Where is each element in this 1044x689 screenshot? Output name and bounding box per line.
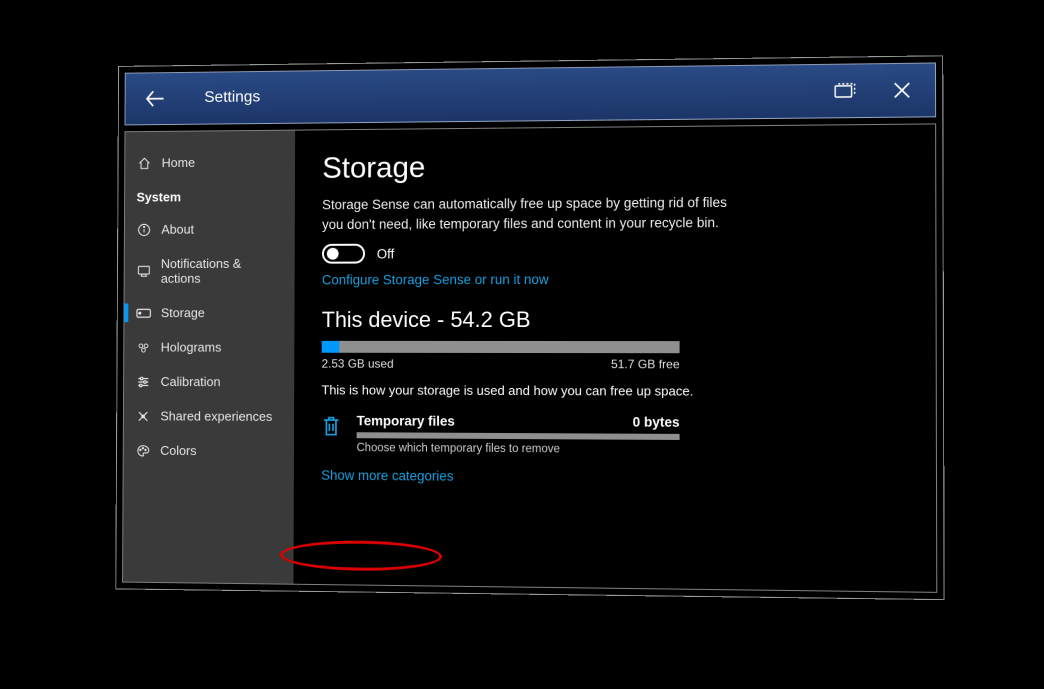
category-sub: Choose which temporary files to remove	[357, 442, 680, 456]
sidebar-item-calibration[interactable]: Calibration	[124, 364, 294, 399]
annotation-highlight	[280, 539, 442, 571]
sidebar-item-holograms[interactable]: Holograms	[124, 329, 294, 364]
titlebar: Settings	[125, 62, 937, 125]
storage-sense-toggle-label: Off	[377, 246, 394, 261]
storage-free-label: 51.7 GB free	[611, 357, 680, 371]
category-size: 0 bytes	[633, 414, 680, 429]
sidebar-item-label: Shared experiences	[160, 408, 272, 423]
home-icon	[137, 155, 152, 169]
sidebar: Home System About Notifications & action…	[123, 130, 295, 583]
storage-hint: This is how your storage is used and how…	[321, 382, 906, 399]
sidebar-item-label: Calibration	[161, 374, 221, 389]
sidebar-item-label: About	[161, 221, 194, 236]
back-button[interactable]	[143, 85, 168, 111]
window-body: Home System About Notifications & action…	[122, 123, 937, 592]
trash-icon	[321, 413, 343, 442]
sidebar-item-label: Holograms	[161, 339, 222, 354]
holograms-icon	[136, 340, 151, 354]
calibration-icon	[136, 374, 151, 388]
sidebar-home-label: Home	[162, 155, 195, 170]
sidebar-item-about[interactable]: About	[125, 211, 295, 246]
configure-storage-sense-link[interactable]: Configure Storage Sense or run it now	[322, 272, 549, 287]
category-name: Temporary files	[357, 413, 455, 428]
shared-icon	[135, 408, 150, 422]
storage-sense-description: Storage Sense can automatically free up …	[322, 192, 740, 233]
close-button[interactable]	[888, 75, 917, 104]
show-more-categories-link[interactable]: Show more categories	[321, 467, 453, 483]
colors-icon	[135, 443, 150, 457]
storage-usage-bar	[322, 340, 680, 352]
device-storage-heading: This device - 54.2 GB	[322, 306, 907, 332]
sidebar-item-label: Notifications & actions	[161, 255, 283, 285]
page-heading: Storage	[322, 147, 906, 186]
sidebar-item-notifications[interactable]: Notifications & actions	[125, 245, 295, 295]
sidebar-section-header: System	[125, 178, 295, 212]
follow-icon[interactable]	[830, 76, 859, 105]
sidebar-item-colors[interactable]: Colors	[124, 433, 294, 469]
info-icon	[136, 222, 151, 236]
storage-category-temporary-files[interactable]: Temporary files 0 bytes Choose which tem…	[321, 413, 679, 456]
sidebar-item-shared[interactable]: Shared experiences	[124, 398, 294, 433]
settings-window: Settings Home Sys	[115, 55, 944, 600]
window-title: Settings	[204, 88, 260, 106]
notifications-icon	[136, 264, 151, 278]
storage-icon	[136, 306, 151, 318]
sidebar-item-storage[interactable]: Storage	[124, 295, 294, 330]
storage-sense-toggle[interactable]	[322, 243, 365, 263]
storage-usage-bar-used	[322, 340, 340, 352]
category-usage-bar	[357, 432, 680, 440]
storage-used-label: 2.53 GB used	[322, 356, 394, 370]
sidebar-home[interactable]: Home	[125, 144, 295, 180]
sidebar-item-label: Storage	[161, 305, 205, 320]
content-pane: Storage Storage Sense can automatically …	[293, 124, 936, 591]
sidebar-item-label: Colors	[160, 443, 196, 458]
